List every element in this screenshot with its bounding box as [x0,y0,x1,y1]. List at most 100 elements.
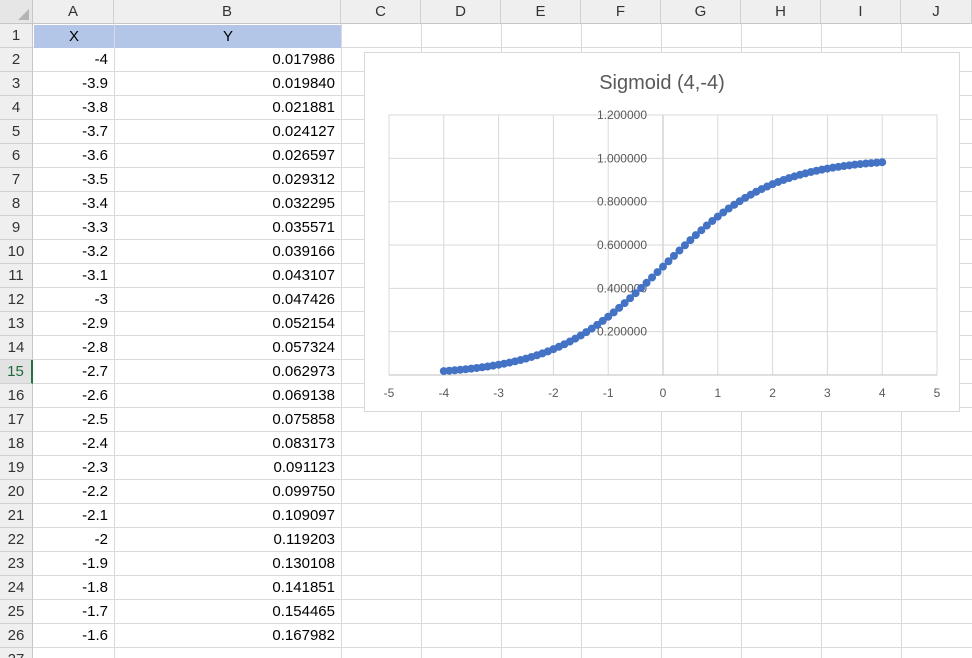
cell-B20[interactable]: 0.099750 [115,480,341,504]
cell-A7[interactable]: -3.5 [34,168,114,192]
column-header-I[interactable]: I [821,0,901,24]
cell-A11[interactable]: -3.1 [34,264,114,288]
cell-B6[interactable]: 0.026597 [115,144,341,168]
cell-B10[interactable]: 0.039166 [115,240,341,264]
cell-B2[interactable]: 0.017986 [115,48,341,72]
row-header-27[interactable]: 27 [0,648,33,658]
row-header-15[interactable]: 15 [0,360,33,384]
cell-B9[interactable]: 0.035571 [115,216,341,240]
cell-B19[interactable]: 0.091123 [115,456,341,480]
cell-A6[interactable]: -3.6 [34,144,114,168]
chart-gridlines [388,114,938,376]
cell-A4[interactable]: -3.8 [34,96,114,120]
cell-A26[interactable]: -1.6 [34,624,114,648]
cell-A21[interactable]: -2.1 [34,504,114,528]
cell-A3[interactable]: -3.9 [34,72,114,96]
cell-A9[interactable]: -3.3 [34,216,114,240]
column-header-D[interactable]: D [421,0,501,24]
row-header-6[interactable]: 6 [0,144,33,168]
column-header-B[interactable]: B [114,0,341,24]
cell-B3[interactable]: 0.019840 [115,72,341,96]
select-all-triangle-icon [18,9,29,20]
cell-A22[interactable]: -2 [34,528,114,552]
column-header-E[interactable]: E [501,0,581,24]
cell-A16[interactable]: -2.6 [34,384,114,408]
cell-B8[interactable]: 0.032295 [115,192,341,216]
data-point [878,158,887,167]
cell-B14[interactable]: 0.057324 [115,336,341,360]
row-header-16[interactable]: 16 [0,384,33,408]
row-header-19[interactable]: 19 [0,456,33,480]
cell-B4[interactable]: 0.021881 [115,96,341,120]
row-header-25[interactable]: 25 [0,600,33,624]
spreadsheet-grid[interactable]: ABCDEFGHIJ 1 2 3 4 5 6 7 8 9 10 11 12 13 14 15 16 17 18 19… [0,0,972,658]
cell-B13[interactable]: 0.052154 [115,312,341,336]
cell-A20[interactable]: -2.2 [34,480,114,504]
cell-A5[interactable]: -3.7 [34,120,114,144]
column-header-A[interactable]: A [33,0,114,24]
row-header-13[interactable]: 13 [0,312,33,336]
cell-A18[interactable]: -2.4 [34,432,114,456]
column-header-C[interactable]: C [341,0,421,24]
row-header-12[interactable]: 12 [0,288,33,312]
row-header-3[interactable]: 3 [0,72,33,96]
cell-B18[interactable]: 0.083173 [115,432,341,456]
row-header-7[interactable]: 7 [0,168,33,192]
row-header-24[interactable]: 24 [0,576,33,600]
cell-A8[interactable]: -3.4 [34,192,114,216]
row-header-11[interactable]: 11 [0,264,33,288]
y-tick-label: 0.600000 [597,238,647,252]
cell-B24[interactable]: 0.141851 [115,576,341,600]
cell-B5[interactable]: 0.024127 [115,120,341,144]
column-header-F[interactable]: F [581,0,661,24]
cell-A12[interactable]: -3 [34,288,114,312]
cell-A19[interactable]: -2.3 [34,456,114,480]
cell-B11[interactable]: 0.043107 [115,264,341,288]
row-header-20[interactable]: 20 [0,480,33,504]
cell-A17[interactable]: -2.5 [34,408,114,432]
column-header-J[interactable]: J [901,0,972,24]
row-header-2[interactable]: 2 [0,48,33,72]
x-tick-label: 3 [824,386,831,400]
row-header-26[interactable]: 26 [0,624,33,648]
cell-B21[interactable]: 0.109097 [115,504,341,528]
cell-B26[interactable]: 0.167982 [115,624,341,648]
cell-B25[interactable]: 0.154465 [115,600,341,624]
row-header-14[interactable]: 14 [0,336,33,360]
cell-A10[interactable]: -3.2 [34,240,114,264]
row-header-10[interactable]: 10 [0,240,33,264]
cell-B15[interactable]: 0.062973 [115,360,341,384]
cell-B23[interactable]: 0.130108 [115,552,341,576]
cell-B12[interactable]: 0.047426 [115,288,341,312]
row-header-17[interactable]: 17 [0,408,33,432]
column-header-G[interactable]: G [661,0,741,24]
cell-A15[interactable]: -2.7 [34,360,114,384]
sigmoid-chart[interactable]: Sigmoid (4,-4) 1.200000 1.000000 0.800000 0… [364,52,960,412]
cell-B16[interactable]: 0.069138 [115,384,341,408]
row-header-4[interactable]: 4 [0,96,33,120]
cell-B7[interactable]: 0.029312 [115,168,341,192]
row-header-9[interactable]: 9 [0,216,33,240]
row-header-22[interactable]: 22 [0,528,33,552]
cell-A25[interactable]: -1.7 [34,600,114,624]
cell-A23[interactable]: -1.9 [34,552,114,576]
row-header-1[interactable]: 1 [0,24,33,48]
cell-A13[interactable]: -2.9 [34,312,114,336]
cell-B1[interactable]: Y [115,25,341,48]
cell-A24[interactable]: -1.8 [34,576,114,600]
row-header-5[interactable]: 5 [0,120,33,144]
cell-B22[interactable]: 0.119203 [115,528,341,552]
row-header-23[interactable]: 23 [0,552,33,576]
cell-A2[interactable]: -4 [34,48,114,72]
row-header-18[interactable]: 18 [0,432,33,456]
x-tick-label: -2 [548,386,559,400]
cell-A1[interactable]: X [34,25,114,48]
select-all-corner[interactable] [0,0,33,24]
column-header-H[interactable]: H [741,0,821,24]
x-tick-label: 4 [879,386,886,400]
x-tick-label: -4 [438,386,449,400]
row-header-21[interactable]: 21 [0,504,33,528]
cell-A14[interactable]: -2.8 [34,336,114,360]
row-header-8[interactable]: 8 [0,192,33,216]
cell-B17[interactable]: 0.075858 [115,408,341,432]
